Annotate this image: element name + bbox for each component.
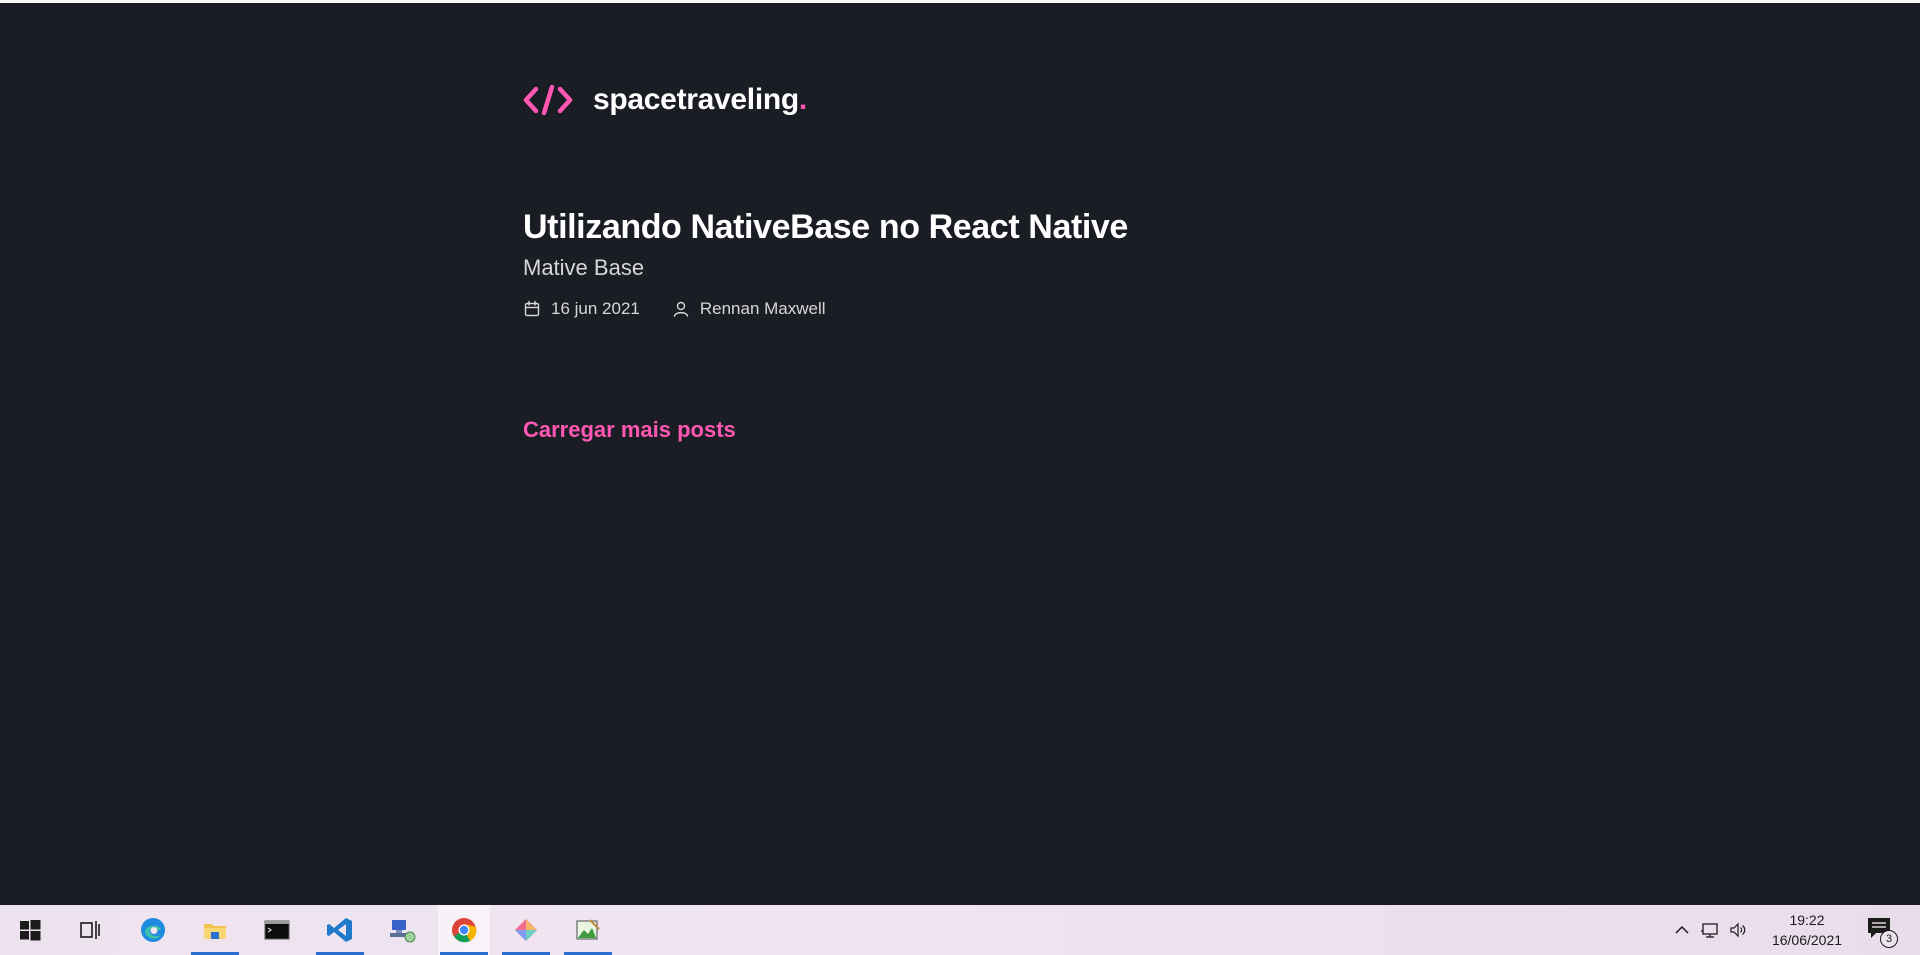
task-view-button[interactable] xyxy=(64,905,116,955)
taskbar-edge[interactable] xyxy=(127,905,179,955)
taskbar-terminal[interactable] xyxy=(251,905,303,955)
post-subtitle: Mative Base xyxy=(523,255,645,280)
taskbar-vscode[interactable] xyxy=(314,905,366,955)
brand-name[interactable]: spacetraveling. xyxy=(593,83,807,117)
post-author-text: Rennan Maxwell xyxy=(699,299,826,318)
vscode-icon xyxy=(327,918,352,942)
post-title[interactable]: Utilizando NativeBase no React Native xyxy=(523,205,1128,249)
post-date-text: 16 jun 2021 xyxy=(551,299,640,318)
code-logo-icon[interactable] xyxy=(523,83,573,117)
taskbar-image-app[interactable] xyxy=(562,905,614,955)
action-center-button[interactable]: 3 xyxy=(1866,916,1898,948)
terminal-icon xyxy=(264,920,290,940)
notification-count-badge: 3 xyxy=(1880,930,1898,948)
user-icon xyxy=(673,301,689,317)
post-author: Rennan Maxwell xyxy=(672,299,826,319)
post-date: 16 jun 2021 xyxy=(523,299,640,319)
chevron-up-icon[interactable] xyxy=(1672,920,1692,940)
taskbar-file-explorer[interactable] xyxy=(189,905,241,955)
load-more-button[interactable]: Carregar mais posts xyxy=(523,417,736,443)
git-client-icon xyxy=(515,919,537,941)
system-tray xyxy=(1672,905,1748,955)
edge-icon xyxy=(141,918,165,942)
taskbar-chrome[interactable] xyxy=(438,905,490,955)
post-preview[interactable]: Utilizando NativeBase no React Native Ma… xyxy=(523,205,1128,319)
calendar-icon xyxy=(524,300,540,317)
network-icon[interactable] xyxy=(1700,920,1720,940)
start-icon xyxy=(20,920,41,941)
start-button[interactable] xyxy=(4,905,56,955)
brand-text: spacetraveling xyxy=(593,83,799,116)
network-drive-icon xyxy=(390,920,416,943)
volume-icon[interactable] xyxy=(1728,920,1748,940)
clock-time: 19:22 xyxy=(1789,912,1825,928)
task-view-icon xyxy=(80,921,100,939)
taskbar-clock[interactable]: 19:22 16/06/2021 xyxy=(1764,910,1850,950)
clock-date: 16/06/2021 xyxy=(1771,932,1843,948)
file-explorer-icon xyxy=(204,924,226,939)
post-meta: 16 jun 2021 Rennan Maxwell xyxy=(523,299,1128,319)
blog-page: spacetraveling. Utilizando NativeBase no… xyxy=(0,3,1920,905)
taskbar-network-app[interactable] xyxy=(376,905,428,955)
taskbar-git-client[interactable] xyxy=(500,905,552,955)
windows-taskbar: 19:22 16/06/2021 3 xyxy=(0,905,1920,955)
chrome-icon xyxy=(452,918,477,943)
site-header: spacetraveling. xyxy=(523,83,807,117)
image-app-icon xyxy=(576,919,600,940)
brand-dot: . xyxy=(798,83,807,116)
